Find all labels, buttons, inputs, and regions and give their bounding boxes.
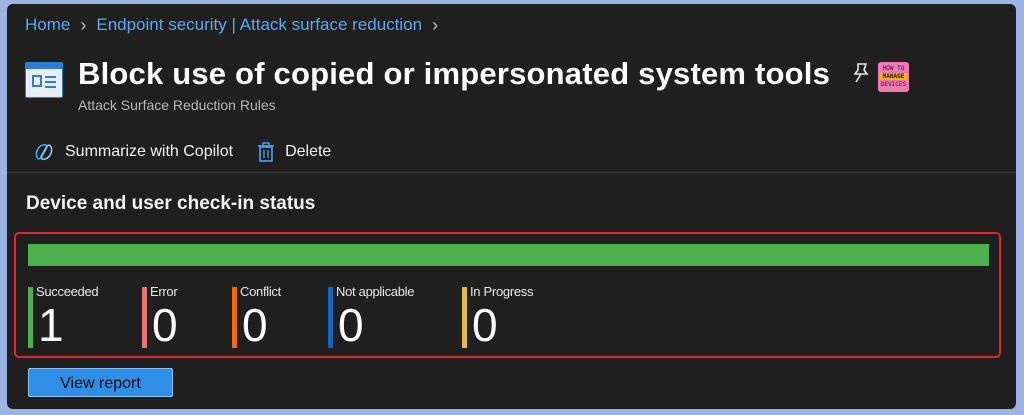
command-bar: Summarize with Copilot Delete: [33, 138, 355, 166]
status-in-progress[interactable]: In Progress 0: [462, 284, 533, 352]
status-not-applicable[interactable]: Not applicable 0: [328, 284, 414, 352]
status-label: Not applicable: [336, 284, 415, 299]
logo-text-top: HOW TO: [882, 65, 905, 72]
status-color-bar: [28, 287, 33, 348]
status-count: 0: [152, 299, 178, 351]
status-color-bar: [142, 287, 147, 348]
status-color-bar: [462, 287, 467, 348]
status-succeeded[interactable]: Succeeded 1: [28, 284, 99, 352]
status-color-bar: [232, 287, 237, 348]
progress-fill: [28, 244, 989, 266]
status-count: 1: [38, 299, 64, 351]
status-color-bar: [328, 287, 333, 348]
chevron-right-icon: ›: [80, 14, 87, 35]
brand-logo: HOW TO MANAGE DEVICES: [878, 62, 909, 92]
status-count: 0: [472, 299, 498, 351]
breadcrumb: Home › Endpoint security | Attack surfac…: [25, 14, 438, 36]
status-panel: Succeeded 1 Error 0 Conflict 0 Not appli…: [14, 232, 1001, 358]
section-title: Device and user check-in status: [26, 193, 316, 214]
page-subtitle: Attack Surface Reduction Rules: [78, 97, 276, 113]
logo-text-middle: MANAGE: [880, 73, 907, 80]
chevron-right-icon: ›: [432, 14, 439, 35]
page-header: Block use of copied or impersonated syst…: [25, 56, 1005, 118]
summarize-with-copilot-button[interactable]: Summarize with Copilot: [33, 142, 233, 162]
status-error[interactable]: Error 0: [142, 284, 178, 352]
status-count: 0: [242, 299, 268, 351]
status-label: Conflict: [240, 284, 281, 299]
page-title: Block use of copied or impersonated syst…: [78, 56, 831, 91]
status-label: Succeeded: [36, 284, 99, 299]
delete-label: Delete: [285, 143, 332, 160]
delete-button[interactable]: Delete: [257, 141, 332, 163]
trash-icon: [258, 141, 275, 162]
checkin-progress-bar: [28, 244, 989, 266]
policy-blade-icon: [25, 62, 63, 98]
toolbar-divider: [7, 172, 1016, 173]
pin-icon[interactable]: [851, 62, 871, 84]
app-window: Home › Endpoint security | Attack surfac…: [7, 4, 1016, 409]
copilot-icon: [35, 143, 53, 161]
breadcrumb-home[interactable]: Home: [25, 15, 70, 35]
status-label: Error: [150, 284, 178, 299]
view-report-button[interactable]: View report: [28, 368, 173, 397]
status-label: In Progress: [470, 284, 534, 299]
breadcrumb-endpoint-security[interactable]: Endpoint security | Attack surface reduc…: [96, 15, 422, 35]
status-count: 0: [338, 299, 364, 351]
status-conflict[interactable]: Conflict 0: [232, 284, 281, 352]
summarize-label: Summarize with Copilot: [65, 143, 234, 160]
logo-text-bottom: DEVICES: [880, 81, 907, 88]
